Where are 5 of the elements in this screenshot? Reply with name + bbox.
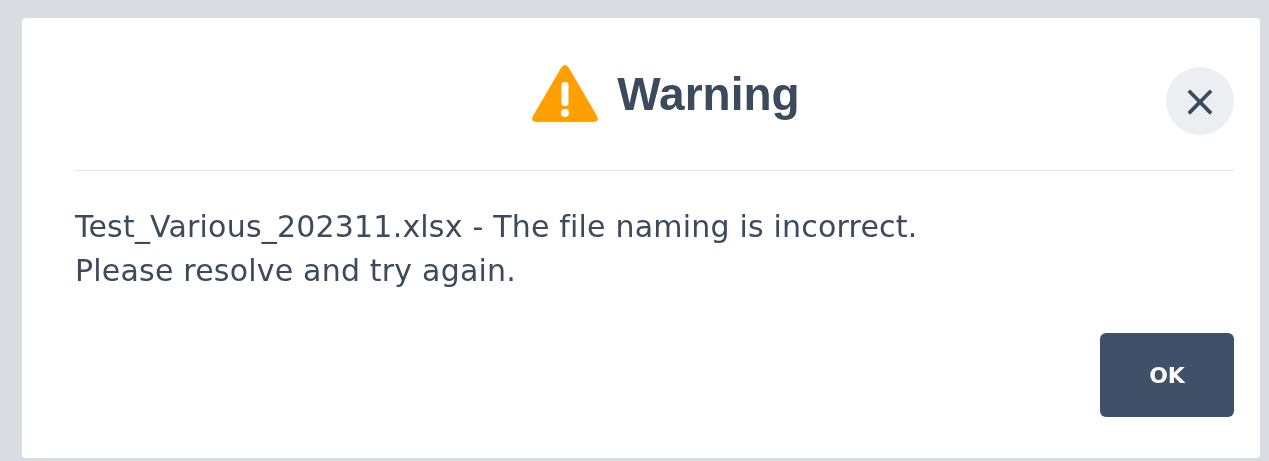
close-button[interactable]: ×	[1166, 67, 1234, 135]
ok-button[interactable]: OK	[1100, 333, 1234, 417]
warning-icon	[531, 64, 600, 124]
dialog-title: Warning	[617, 67, 800, 121]
warning-message: Test_Various_202311.xlsx - The file naming is incorrect. Please resolve and try again.	[75, 208, 919, 290]
